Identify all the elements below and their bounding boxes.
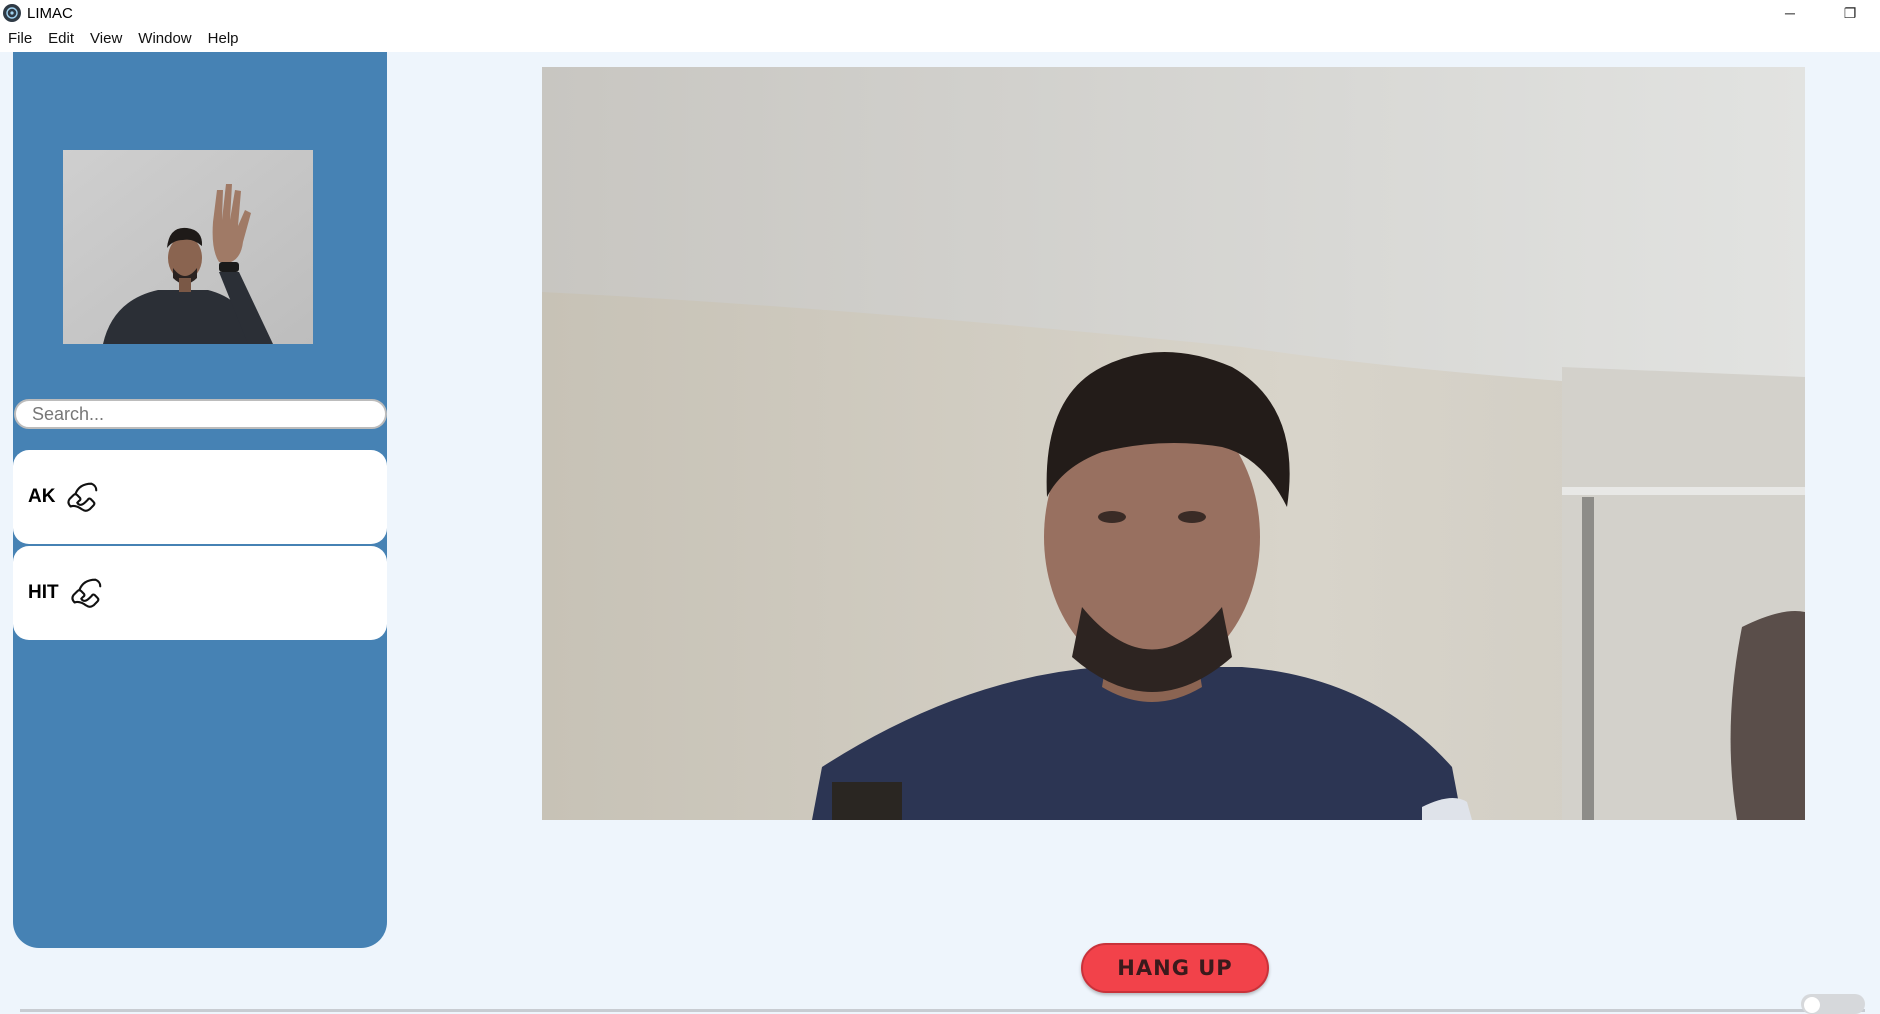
restore-icon: ❐ xyxy=(1843,4,1857,21)
sidebar: AK HIT xyxy=(13,52,387,948)
toggle-knob xyxy=(1804,997,1820,1013)
window-controls: ─ ❐ xyxy=(1760,0,1880,26)
contact-card-ak[interactable]: AK xyxy=(13,450,387,544)
menu-bar: File Edit View Window Help xyxy=(0,26,1880,52)
menu-view[interactable]: View xyxy=(82,26,130,52)
menu-edit[interactable]: Edit xyxy=(40,26,82,52)
contact-name: AK xyxy=(28,486,56,507)
phone-icon[interactable] xyxy=(63,478,101,516)
app-logo-icon xyxy=(3,4,21,22)
self-video-image xyxy=(63,150,313,344)
phone-icon[interactable] xyxy=(67,574,105,612)
hang-up-label: HANG UP xyxy=(1117,956,1233,980)
title-bar: LIMAC ─ ❐ xyxy=(0,0,1880,26)
remote-video-image xyxy=(542,67,1805,820)
menu-window[interactable]: Window xyxy=(130,26,199,52)
minimize-icon: ─ xyxy=(1785,5,1795,21)
menu-file[interactable]: File xyxy=(0,26,40,52)
main-content: AK HIT xyxy=(0,52,1880,1014)
minimize-button[interactable]: ─ xyxy=(1760,0,1820,26)
settings-toggle[interactable] xyxy=(1801,994,1865,1014)
app-title: LIMAC xyxy=(27,4,73,22)
remote-video xyxy=(542,67,1805,820)
menu-help[interactable]: Help xyxy=(200,26,247,52)
self-video-preview xyxy=(63,150,313,344)
search-input[interactable] xyxy=(14,399,387,429)
contact-name: HIT xyxy=(28,582,59,603)
contact-card-hit[interactable]: HIT xyxy=(13,546,387,640)
hang-up-button[interactable]: HANG UP xyxy=(1081,943,1269,993)
restore-button[interactable]: ❐ xyxy=(1820,0,1880,26)
